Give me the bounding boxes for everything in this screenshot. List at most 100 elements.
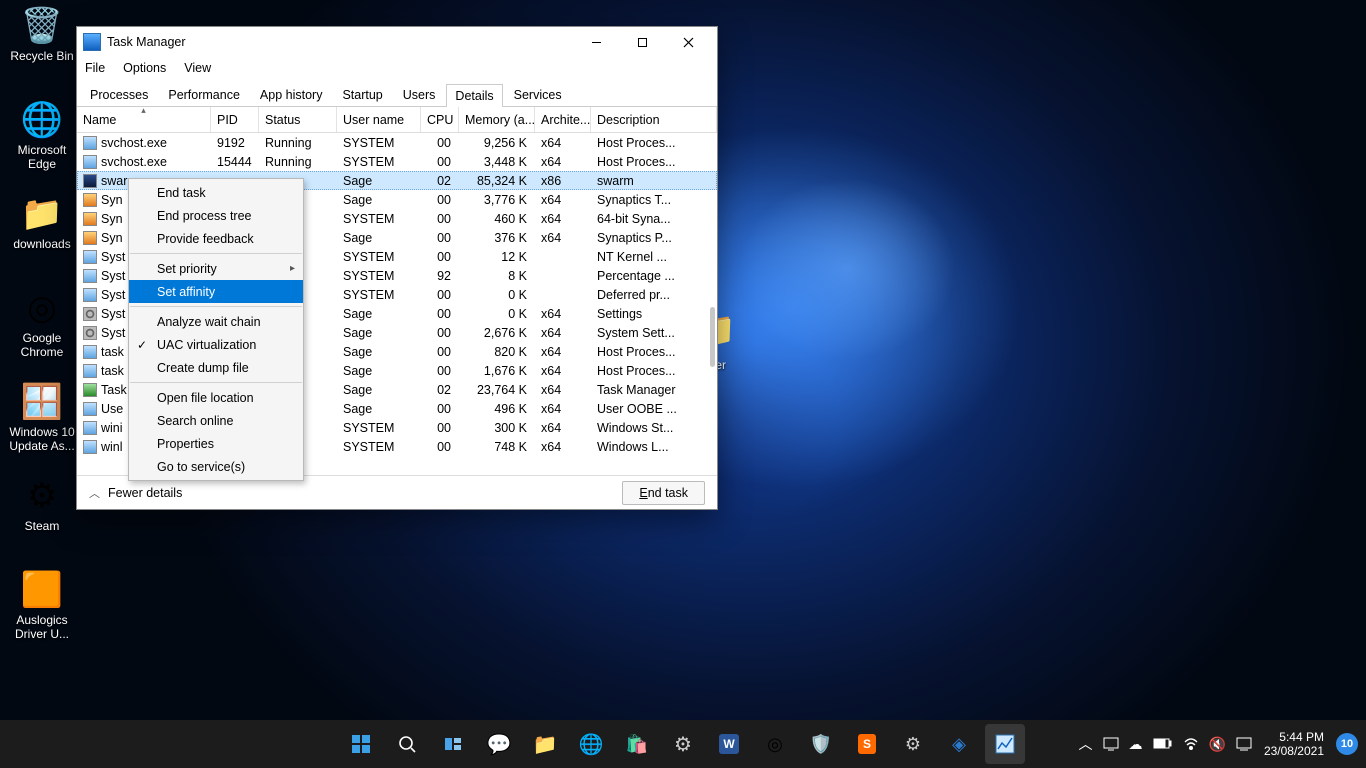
menu-options[interactable]: Options (123, 61, 166, 75)
tray-battery-icon[interactable] (1153, 738, 1173, 750)
desktop-icon[interactable]: ◎Google Chrome (4, 286, 80, 362)
tray-wifi-icon[interactable] (1183, 737, 1199, 751)
notification-badge[interactable]: 10 (1336, 733, 1358, 755)
tray-tablet-icon[interactable] (1103, 737, 1119, 751)
tab-performance[interactable]: Performance (159, 83, 249, 106)
col-header[interactable]: PID (211, 107, 259, 132)
minimize-button[interactable] (573, 27, 619, 57)
process-icon (83, 155, 97, 169)
cell-mem: 0 K (459, 288, 535, 302)
maximize-button[interactable] (619, 27, 665, 57)
taskbar-center: 💬 📁 🌐 🛍️ ⚙ W ◎ 🛡️ S ⚙ ◈ (341, 724, 1025, 764)
desktop-icon-label: Auslogics Driver U... (4, 614, 80, 642)
col-header[interactable]: User name (337, 107, 421, 132)
tray-lang-icon[interactable] (1236, 737, 1252, 751)
swarm-app-icon[interactable]: ◈ (939, 724, 979, 764)
col-header[interactable]: Status (259, 107, 337, 132)
cell-arch: x64 (535, 136, 591, 150)
start-button[interactable] (341, 724, 381, 764)
menu-separator (130, 382, 302, 383)
menu-separator (130, 306, 302, 307)
ctx-properties[interactable]: Properties (129, 432, 303, 455)
fewer-details-link[interactable]: Fewer details (108, 486, 182, 500)
col-header[interactable]: CPU (421, 107, 459, 132)
chrome-icon[interactable]: ◎ (755, 724, 795, 764)
edge-icon[interactable]: 🌐 (571, 724, 611, 764)
cell-arch: x64 (535, 326, 591, 340)
cell-mem: 460 K (459, 212, 535, 226)
ctx-provide-feedback[interactable]: Provide feedback (129, 227, 303, 250)
grid-header[interactable]: Name▴PIDStatusUser nameCPUMemory (a...Ar… (77, 107, 717, 133)
process-name: Syst (101, 288, 125, 302)
table-row[interactable]: svchost.exe9192RunningSYSTEM009,256 Kx64… (77, 133, 717, 152)
cell-user: Sage (337, 193, 421, 207)
ctx-search-online[interactable]: Search online (129, 409, 303, 432)
col-header[interactable]: Archite... (535, 107, 591, 132)
ctx-end-process-tree[interactable]: End process tree (129, 204, 303, 227)
tab-processes[interactable]: Processes (81, 83, 157, 106)
menu-view[interactable]: View (184, 61, 211, 75)
cell-mem: 376 K (459, 231, 535, 245)
col-header[interactable]: Name▴ (77, 107, 211, 132)
end-task-button[interactable]: End task (622, 481, 705, 505)
cell-user: SYSTEM (337, 421, 421, 435)
taskmgr-taskbar-icon[interactable] (985, 724, 1025, 764)
app-icon-orange[interactable]: S (847, 724, 887, 764)
taskbar-clock[interactable]: 5:44 PM 23/08/2021 (1264, 730, 1324, 759)
tab-app-history[interactable]: App history (251, 83, 332, 106)
task-view-icon[interactable] (433, 724, 473, 764)
cell-cpu: 00 (421, 231, 459, 245)
cell-user: SYSTEM (337, 212, 421, 226)
process-name: Syn (101, 193, 123, 207)
ctx-end-task[interactable]: End task (129, 181, 303, 204)
desktop-icon[interactable]: 🗑️Recycle Bin (4, 4, 80, 80)
process-icon (83, 193, 97, 207)
process-name: wini (101, 421, 123, 435)
tray-onedrive-icon[interactable]: ☁ (1129, 736, 1143, 753)
tray-volume-icon[interactable]: 🔇 (1209, 736, 1226, 753)
cell-mem: 748 K (459, 440, 535, 454)
search-icon[interactable] (387, 724, 427, 764)
tray-expand-icon[interactable]: ︿ (1079, 734, 1093, 754)
steam-icon[interactable]: ⚙ (893, 724, 933, 764)
cell-cpu: 00 (421, 193, 459, 207)
chat-icon[interactable]: 💬 (479, 724, 519, 764)
word-icon[interactable]: W (709, 724, 749, 764)
ctx-set-priority[interactable]: Set priority▸ (129, 257, 303, 280)
ctx-set-affinity[interactable]: Set affinity (129, 280, 303, 303)
security-icon[interactable]: 🛡️ (801, 724, 841, 764)
ctx-go-to-service-s-[interactable]: Go to service(s) (129, 455, 303, 478)
tab-startup[interactable]: Startup (333, 83, 391, 106)
menu-file[interactable]: File (85, 61, 105, 75)
col-header[interactable]: Memory (a... (459, 107, 535, 132)
titlebar[interactable]: Task Manager (77, 27, 717, 57)
explorer-icon[interactable]: 📁 (525, 724, 565, 764)
cell-user: SYSTEM (337, 440, 421, 454)
desktop-icon[interactable]: 🟧Auslogics Driver U... (4, 568, 80, 644)
process-name: Syn (101, 231, 123, 245)
table-row[interactable]: svchost.exe15444RunningSYSTEM003,448 Kx6… (77, 152, 717, 171)
desktop-icon[interactable]: 🪟Windows 10 Update As... (4, 380, 80, 456)
scrollbar-thumb[interactable] (710, 307, 715, 367)
app-glyph-icon: 📁 (20, 192, 64, 236)
cell-desc: 64-bit Syna... (591, 212, 717, 226)
ctx-analyze-wait-chain[interactable]: Analyze wait chain (129, 310, 303, 333)
desktop-icon[interactable]: 🌐Microsoft Edge (4, 98, 80, 174)
ctx-uac-virtualization[interactable]: UAC virtualization✓ (129, 333, 303, 356)
process-icon (83, 326, 97, 340)
ctx-open-file-location[interactable]: Open file location (129, 386, 303, 409)
col-header[interactable]: Description (591, 107, 717, 132)
settings-icon[interactable]: ⚙ (663, 724, 703, 764)
tab-services[interactable]: Services (505, 83, 571, 106)
process-name: winl (101, 440, 123, 454)
cell-mem: 12 K (459, 250, 535, 264)
tab-details[interactable]: Details (446, 84, 502, 107)
menu-separator (130, 253, 302, 254)
desktop-icon[interactable]: 📁downloads (4, 192, 80, 268)
close-button[interactable] (665, 27, 711, 57)
cell-mem: 3,448 K (459, 155, 535, 169)
desktop-icon[interactable]: ⚙Steam (4, 474, 80, 550)
ctx-create-dump-file[interactable]: Create dump file (129, 356, 303, 379)
tab-users[interactable]: Users (394, 83, 445, 106)
store-icon[interactable]: 🛍️ (617, 724, 657, 764)
